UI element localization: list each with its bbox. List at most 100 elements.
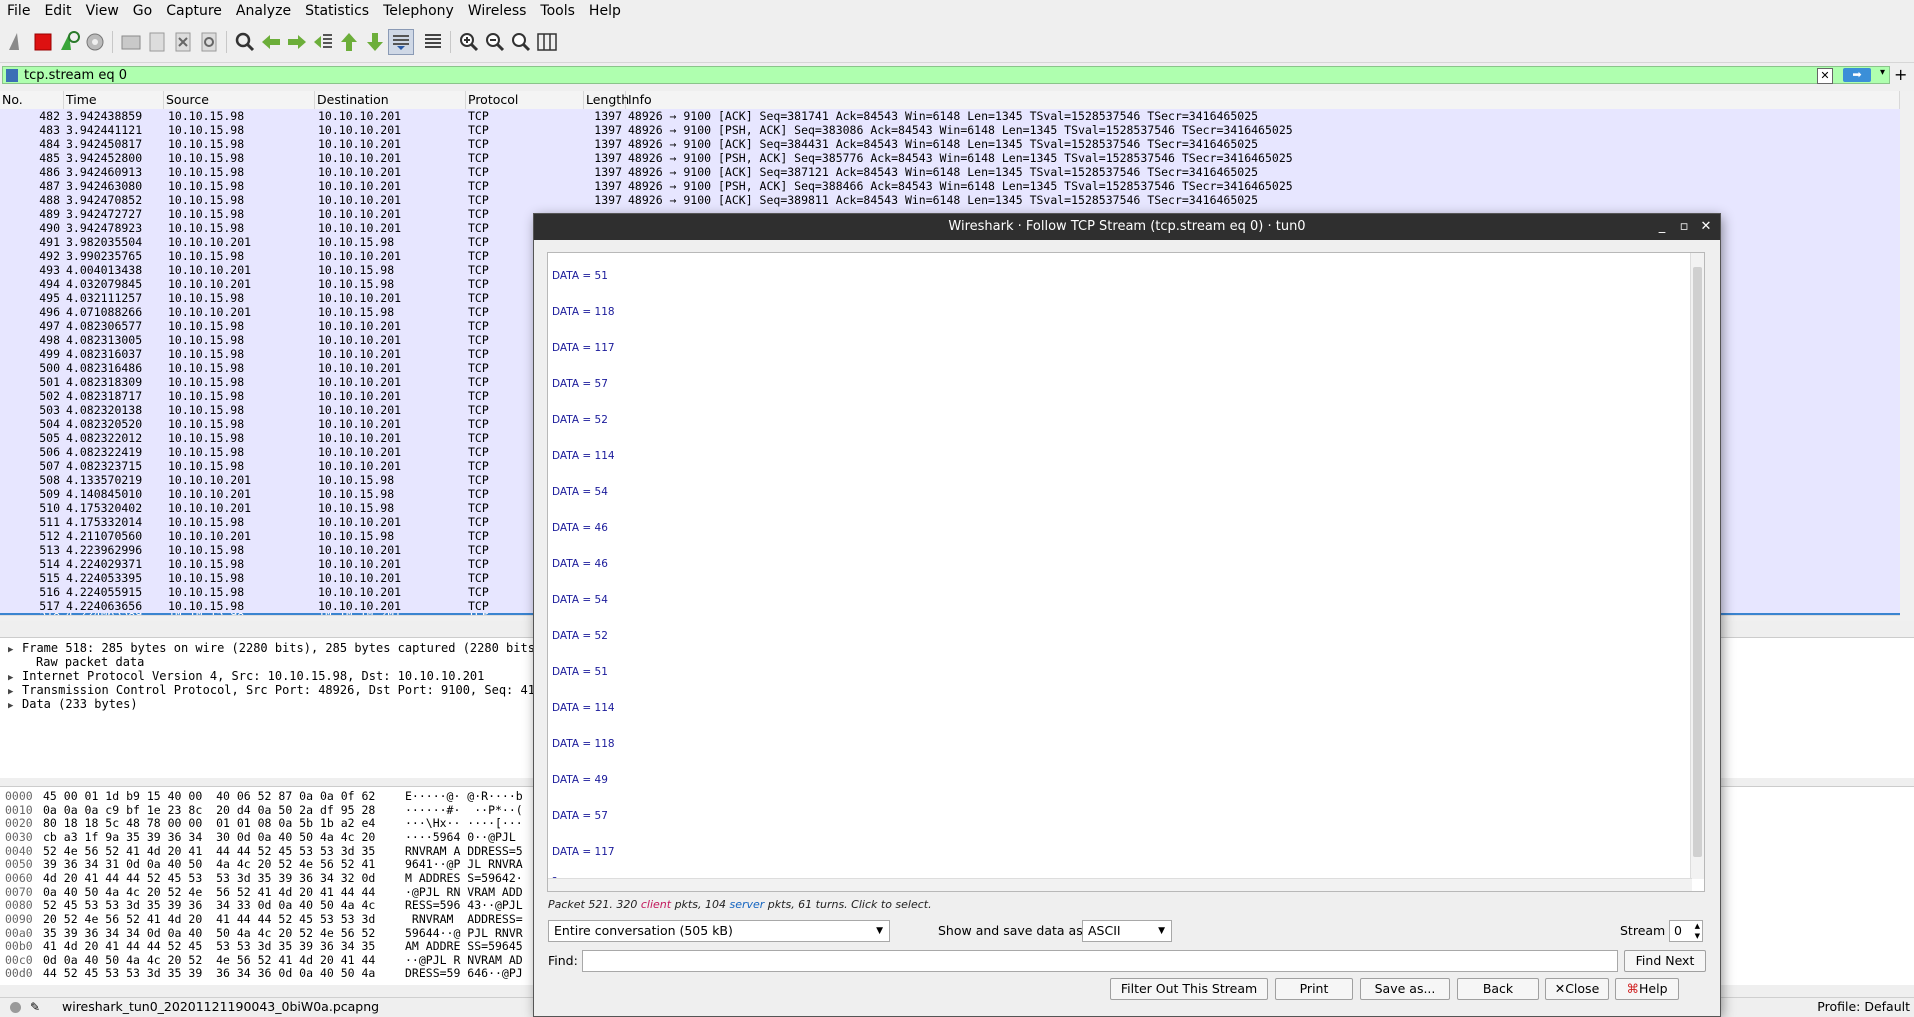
bytes-off[interactable]: 00b0 bbox=[5, 940, 33, 954]
bytes-hex[interactable]: 0a 0a 0a c9 bf 1e 23 8c 20 d4 0a 50 2a d… bbox=[43, 803, 375, 818]
go-to-packet-icon[interactable] bbox=[310, 29, 336, 55]
stream-number-spinbox[interactable]: 0 ▲ ▼ bbox=[1669, 920, 1703, 942]
help-button[interactable]: ⌘Help bbox=[1615, 978, 1679, 1000]
restart-capture-icon[interactable] bbox=[56, 29, 82, 55]
bytes-ascii[interactable]: ·@PJL RN VRAM ADD bbox=[405, 885, 523, 900]
conversation-select[interactable]: Entire conversation (505 kB) ▼ bbox=[548, 920, 890, 942]
bytes-ascii[interactable]: ··@PJL R NVRAM AD bbox=[405, 953, 523, 968]
bytes-hex[interactable]: 39 36 34 31 0d 0a 40 50 4a 4c 20 52 4e 5… bbox=[43, 858, 375, 872]
print-button[interactable]: Print bbox=[1275, 978, 1353, 1000]
bytes-hex[interactable]: 20 52 4e 56 52 41 4d 20 41 44 44 52 45 5… bbox=[43, 912, 375, 927]
last-packet-icon[interactable] bbox=[362, 29, 388, 55]
bytes-off[interactable]: 0030 bbox=[5, 830, 33, 845]
status-profile[interactable]: Profile: Default bbox=[1817, 998, 1910, 1016]
bytes-hex[interactable]: 44 52 45 53 53 3d 35 39 36 34 36 0d 0a 4… bbox=[43, 967, 375, 981]
bytes-off[interactable]: 0010 bbox=[5, 803, 33, 818]
menu-analyze[interactable]: Analyze bbox=[229, 0, 298, 22]
find-next-button[interactable]: Find Next bbox=[1624, 950, 1706, 972]
spin-up-icon[interactable]: ▲ bbox=[1695, 922, 1700, 931]
stream-packet-info[interactable]: Packet 521. 320 client pkts, 104 server … bbox=[548, 898, 932, 911]
clear-filter-icon[interactable]: ✕ bbox=[1817, 68, 1833, 84]
stop-capture-icon[interactable] bbox=[30, 29, 56, 55]
bytes-off[interactable]: 0080 bbox=[5, 899, 33, 913]
spin-down-icon[interactable]: ▼ bbox=[1695, 932, 1700, 941]
bytes-off[interactable]: 0070 bbox=[5, 885, 33, 900]
bytes-off[interactable]: 0060 bbox=[5, 871, 33, 886]
bytes-ascii[interactable]: DRESS=59 646··@PJ bbox=[405, 967, 523, 981]
menu-help[interactable]: Help bbox=[582, 0, 628, 22]
bytes-off[interactable]: 0040 bbox=[5, 844, 33, 859]
bytes-off[interactable]: 0090 bbox=[5, 912, 33, 927]
menu-view[interactable]: View bbox=[79, 0, 126, 22]
normal-size-icon[interactable] bbox=[508, 29, 534, 55]
data-format-select[interactable]: ASCII ▼ bbox=[1082, 920, 1172, 942]
column-protocol[interactable]: Protocol bbox=[466, 91, 584, 109]
stream-scrollbar[interactable] bbox=[1690, 253, 1704, 879]
expert-info-led-icon[interactable] bbox=[10, 1002, 21, 1013]
close-button[interactable]: ✕Close bbox=[1545, 978, 1609, 1000]
shark-fin-start-icon[interactable] bbox=[4, 29, 30, 55]
bytes-hex[interactable]: 4d 20 41 44 44 52 45 53 53 3d 35 39 36 3… bbox=[43, 871, 375, 886]
stream-content[interactable]: DATA = 51 DATA = 118 DATA = 117 DATA = 57 DA… bbox=[547, 252, 1705, 892]
autoscroll-icon[interactable] bbox=[388, 29, 414, 55]
table-row[interactable]: 482 3.942438859 10.10.15.98 10.10.10.201 TCP… bbox=[0, 109, 1900, 123]
expand-arrow-icon[interactable]: ▶ bbox=[8, 699, 22, 713]
bytes-ascii[interactable]: ····5964 0··@PJL bbox=[405, 830, 523, 845]
column-no[interactable]: No. bbox=[0, 91, 64, 109]
zoom-in-icon[interactable] bbox=[456, 29, 482, 55]
reload-file-icon[interactable] bbox=[196, 29, 222, 55]
find-packet-icon[interactable] bbox=[232, 29, 258, 55]
go-back-icon[interactable] bbox=[258, 29, 284, 55]
filter-out-stream-button[interactable]: Filter Out This Stream bbox=[1110, 978, 1268, 1000]
save-file-icon[interactable] bbox=[144, 29, 170, 55]
filter-bookmark-icon[interactable] bbox=[6, 69, 18, 82]
first-packet-icon[interactable] bbox=[336, 29, 362, 55]
menu-statistics[interactable]: Statistics bbox=[298, 0, 376, 22]
column-info[interactable]: Info bbox=[626, 91, 1900, 109]
menu-file[interactable]: File bbox=[0, 0, 37, 22]
bytes-off[interactable]: 00d0 bbox=[5, 967, 33, 981]
bytes-ascii[interactable]: RESS=596 43··@PJL bbox=[405, 899, 523, 913]
resize-columns-icon[interactable] bbox=[534, 29, 560, 55]
column-destination[interactable]: Destination bbox=[315, 91, 466, 109]
bytes-ascii[interactable]: 59644··@ PJL RNVR bbox=[405, 926, 523, 941]
open-file-icon[interactable] bbox=[118, 29, 144, 55]
filter-history-dropdown-icon[interactable]: ▾ bbox=[1880, 67, 1885, 78]
bytes-ascii[interactable]: RNVRAM A DDRESS=5 bbox=[405, 844, 523, 859]
bytes-hex[interactable]: 35 39 36 34 34 0d 0a 40 50 4a 4c 20 52 4… bbox=[43, 926, 375, 941]
table-row[interactable]: 485 3.942452800 10.10.15.98 10.10.10.201 TCP… bbox=[0, 151, 1900, 165]
zoom-out-icon[interactable] bbox=[482, 29, 508, 55]
minimize-icon[interactable]: _ bbox=[1652, 214, 1672, 240]
column-time[interactable]: Time bbox=[64, 91, 164, 109]
table-row[interactable]: 484 3.942450817 10.10.15.98 10.10.10.201 TCP… bbox=[0, 137, 1900, 151]
apply-filter-icon[interactable]: ➡ bbox=[1843, 68, 1871, 82]
bytes-hex[interactable]: 80 18 18 5c 48 78 00 00 01 01 08 0a 5b 1… bbox=[43, 817, 375, 831]
bytes-hex[interactable]: 41 4d 20 41 44 44 52 45 53 53 3d 35 39 3… bbox=[43, 940, 375, 954]
bytes-hex[interactable]: 45 00 01 1d b9 15 40 00 40 06 52 87 0a 0… bbox=[43, 789, 375, 804]
bytes-ascii[interactable]: 9641··@P JL RNVRA bbox=[405, 858, 523, 872]
bytes-ascii[interactable]: M ADDRES S=59642· bbox=[405, 871, 523, 886]
bytes-hex[interactable]: 0a 40 50 4a 4c 20 52 4e 56 52 41 4d 20 4… bbox=[43, 885, 375, 900]
colorize-icon[interactable] bbox=[420, 29, 446, 55]
add-filter-button-icon[interactable]: + bbox=[1894, 65, 1907, 85]
back-button[interactable]: Back bbox=[1457, 978, 1539, 1000]
table-row[interactable]: 487 3.942463080 10.10.15.98 10.10.10.201 TCP… bbox=[0, 179, 1900, 193]
menu-edit[interactable]: Edit bbox=[37, 0, 78, 22]
table-row[interactable]: 483 3.942441121 10.10.15.98 10.10.10.201 TCP… bbox=[0, 123, 1900, 137]
bytes-off[interactable]: 00a0 bbox=[5, 926, 33, 941]
bytes-ascii[interactable]: E·····@· @·R····b bbox=[405, 789, 523, 804]
display-filter-input[interactable]: tcp.stream eq 0 ✕ ➡ ▾ bbox=[2, 66, 1890, 84]
menu-capture[interactable]: Capture bbox=[159, 0, 229, 22]
menu-tools[interactable]: Tools bbox=[533, 0, 582, 22]
packet-list-scrollbar[interactable] bbox=[1900, 91, 1914, 621]
expand-arrow-icon[interactable]: ▶ bbox=[8, 643, 22, 657]
close-window-icon[interactable]: ✕ bbox=[1696, 214, 1716, 240]
stream-scrollbar-thumb[interactable] bbox=[1693, 267, 1702, 857]
dialog-titlebar[interactable]: Wireshark · Follow TCP Stream (tcp.strea… bbox=[534, 214, 1720, 240]
bytes-hex[interactable]: 52 45 53 53 3d 35 39 36 34 33 0d 0a 40 5… bbox=[43, 899, 375, 913]
capture-comment-icon[interactable]: ✎ bbox=[30, 998, 40, 1016]
bytes-hex[interactable]: 0d 0a 40 50 4a 4c 20 52 4e 56 52 41 4d 2… bbox=[43, 953, 375, 968]
bytes-ascii[interactable]: RNVRAM ADDRESS= bbox=[405, 912, 523, 927]
menu-telephony[interactable]: Telephony bbox=[376, 0, 461, 22]
bytes-hex[interactable]: cb a3 1f 9a 35 39 36 34 30 0d 0a 40 50 4… bbox=[43, 830, 375, 845]
